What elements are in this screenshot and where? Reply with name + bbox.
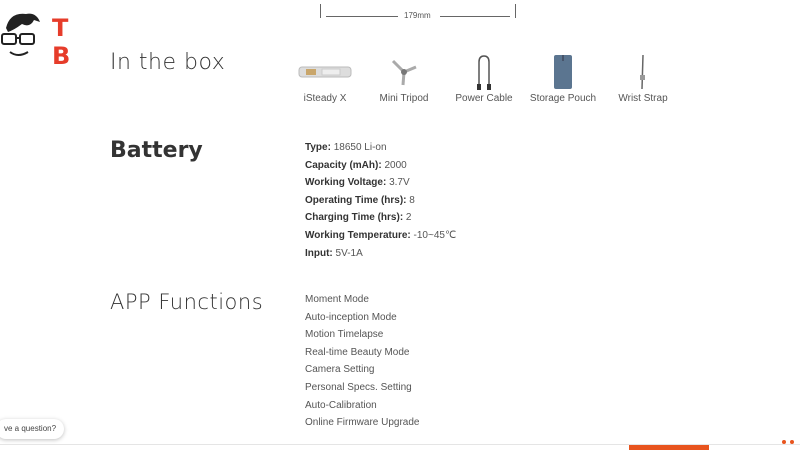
dimension-tick-left [320,4,321,18]
add-to-cart-button[interactable] [629,445,709,450]
decoration-corner-icon [782,440,794,444]
cable-icon [477,55,491,90]
list-item: Motion Timelapse [305,329,384,341]
dimension-marker: 179mm [320,4,516,22]
gimbal-icon [298,66,352,78]
spec-row-temperature: Working Temperature: -10~45℃ [305,227,456,245]
spec-key: Input: [305,247,333,259]
spec-value: 18650 Li-on [330,142,387,153]
list-item: Auto-inception Mode [305,311,397,323]
spec-key: Capacity (mAh): [305,159,382,171]
spec-row-voltage: Working Voltage: 3.7V [305,174,456,192]
spec-key: Type: [305,142,331,153]
dimension-tick-right [515,4,516,18]
list-item: Camera Setting [305,364,375,376]
app-function-list: Moment Mode Auto-inception Mode Motion T… [305,291,420,432]
spec-value: 2 [403,212,412,224]
spec-value: 2000 [381,159,407,171]
spec-value: 8 [406,194,415,206]
spec-row-type: Type: 18650 Li-on [305,139,456,157]
spec-value: 3.7V [386,177,410,189]
list-item: Moment Mode [305,294,369,305]
spec-key: Charging Time (hrs): [305,212,404,224]
section-title-app-functions: APP Functions [110,290,264,314]
spec-row-input: Input: 5V-1A [305,245,456,263]
pouch-icon [554,55,572,89]
list-item: Auto-Calibration [305,399,377,411]
section-title-battery: Battery [110,138,203,163]
logo-letter-b: B [52,42,70,68]
chat-widget-button[interactable]: ve a question? [0,419,65,439]
spec-key: Working Temperature: [305,229,411,241]
spec-row-operating-time: Operating Time (hrs): 8 [305,192,456,210]
face-logo-icon [1,13,40,56]
spec-row-capacity: Capacity (mAh): 2000 [305,157,456,175]
strap-icon [640,54,645,90]
list-item: Personal Specs. Setting [305,381,412,393]
tripod-icon [391,59,417,86]
battery-spec-list: Type: 18650 Li-on Capacity (mAh): 2000 W… [305,139,456,262]
list-item: Real-time Beauty Mode [305,346,410,358]
spec-value: -10~45℃ [410,229,457,241]
dimension-line-left [326,16,398,17]
list-item: Online Firmware Upgrade [305,417,420,429]
spec-row-charging-time: Charging Time (hrs): 2 [305,209,456,227]
spec-value: 5V-1A [332,247,363,259]
box-item-wrist-strap: Wrist Strap [588,52,698,104]
spec-key: Operating Time (hrs): [305,194,407,206]
dimension-label: 179mm [404,11,431,20]
section-title-in-the-box: In the box [110,50,226,75]
spec-key: Working Voltage: [305,177,387,189]
logo-letter-t: T [52,14,69,42]
box-item-label: Wrist Strap [618,93,668,104]
site-logo[interactable]: T B [0,8,80,68]
dimension-line-right [440,16,510,17]
